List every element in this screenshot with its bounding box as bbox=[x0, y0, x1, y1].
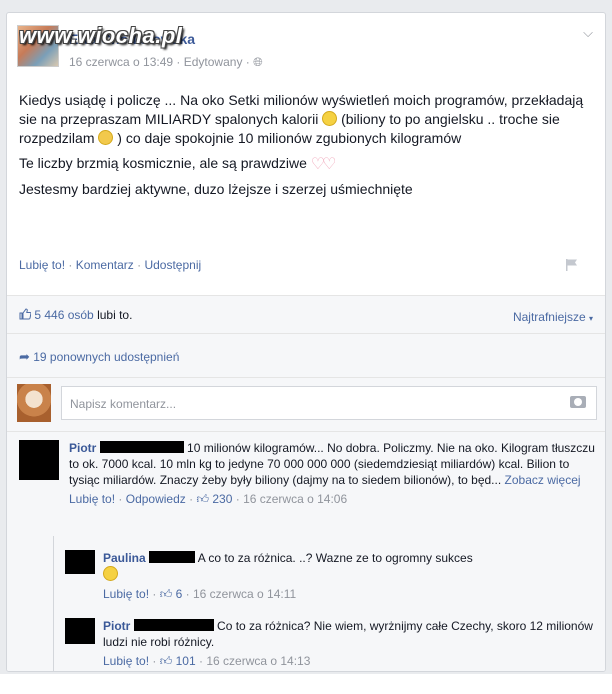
post-text: Jestesmy bardziej aktywne, duzo lżejsze … bbox=[19, 181, 413, 197]
post-paragraph: Jestesmy bardziej aktywne, duzo lżejsze … bbox=[19, 180, 595, 199]
current-user-avatar bbox=[17, 384, 51, 422]
edited-label[interactable]: Edytowany bbox=[184, 55, 243, 69]
post-card: www.wiocha.pl Ewa Chodakowska 16 czerwca… bbox=[6, 12, 606, 672]
action-separator: · bbox=[68, 258, 76, 272]
post-body: Kiedys usiądę i policzę ... Na oko Setki… bbox=[19, 91, 595, 205]
comment-like-count[interactable]: 6 bbox=[176, 587, 183, 601]
reply: Piotr Co to za różnica? Nie wiem, wyrżni… bbox=[65, 618, 595, 669]
caret-down-icon: ▾ bbox=[588, 314, 593, 323]
post-date[interactable]: 16 czerwca o 13:49 bbox=[69, 55, 173, 69]
comment-like-link[interactable]: Lubię to! bbox=[103, 654, 149, 668]
comment-placeholder: Napisz komentarz... bbox=[70, 397, 177, 411]
watermark: www.wiocha.pl bbox=[19, 23, 183, 48]
embarrassed-emoji-icon bbox=[98, 130, 114, 145]
likes-count[interactable]: 5 446 osób bbox=[34, 308, 93, 322]
comment-content: Piotr 10 milionów kilogramów... No dobra… bbox=[69, 440, 595, 507]
post-paragraph: Te liczby brzmią kosmicznie, ale są praw… bbox=[19, 154, 595, 174]
action-separator: · bbox=[152, 587, 160, 601]
post-actions: Lubię to! · Komentarz · Udostępnij bbox=[19, 258, 201, 272]
comments-list: Piotr 10 milionów kilogramów... No dobra… bbox=[7, 431, 605, 671]
shares-bar: ➦ 19 ponownych udostępnień bbox=[7, 333, 605, 377]
reply-thread-line bbox=[53, 536, 54, 671]
comment-reply-link[interactable]: Odpowiedz bbox=[126, 492, 186, 506]
comment-like-count[interactable]: 230 bbox=[212, 492, 232, 506]
hearts-icon: ♡♡ bbox=[310, 156, 337, 173]
post-meta: 16 czerwca o 13:49 · Edytowany · 🌐︎ bbox=[69, 55, 263, 70]
commenter-avatar[interactable] bbox=[19, 440, 59, 480]
comment-text: A co to za różnica. ..? Wazne ze to ogro… bbox=[197, 551, 473, 565]
likes-bar: 5 446 osób lubi to. Najtrafniejsze ▾ bbox=[7, 295, 605, 333]
reply: Paulina A co to za różnica. ..? Wazne ze… bbox=[65, 550, 595, 602]
redacted-surname bbox=[149, 551, 196, 563]
action-separator: · bbox=[235, 492, 244, 506]
thumbs-up-icon: 👍︎ bbox=[159, 654, 173, 668]
action-separator: · bbox=[152, 654, 160, 668]
thumbs-up-icon: 👍︎ bbox=[159, 587, 173, 601]
commenter-avatar[interactable] bbox=[65, 550, 95, 574]
comment-like-count[interactable]: 101 bbox=[176, 654, 196, 668]
flag-icon[interactable] bbox=[565, 258, 579, 272]
likes-suffix: lubi to. bbox=[97, 308, 133, 322]
comment-input[interactable]: Napisz komentarz... bbox=[61, 386, 597, 420]
comment-date[interactable]: 16 czerwca o 14:13 bbox=[206, 654, 310, 668]
commenter-name[interactable]: Paulina bbox=[103, 551, 146, 565]
shares-link[interactable]: ➦ 19 ponownych udostępnień bbox=[19, 349, 179, 365]
comment: Piotr 10 milionów kilogramów... No dobra… bbox=[19, 440, 595, 507]
share-arrow-icon: ➦ bbox=[19, 349, 30, 364]
share-link[interactable]: Udostępnij bbox=[144, 258, 201, 272]
comment-link[interactable]: Komentarz bbox=[76, 258, 134, 272]
comment-composer: Napisz komentarz... bbox=[7, 377, 605, 431]
comment-actions: Lubię to! · 👍︎ 101 · 16 czerwca o 14:13 bbox=[103, 653, 595, 669]
sort-label: Najtrafniejsze bbox=[512, 310, 586, 324]
post-paragraph: Kiedys usiądę i policzę ... Na oko Setki… bbox=[19, 91, 595, 148]
comment-like-link[interactable]: Lubię to! bbox=[69, 492, 115, 506]
camera-icon[interactable] bbox=[570, 396, 586, 408]
comment-actions: Lubię to! · Odpowiedz · 👍︎ 230 · 16 czer… bbox=[69, 491, 595, 507]
commenter-avatar[interactable] bbox=[65, 618, 95, 644]
likes-summary: 5 446 osób lubi to. bbox=[19, 308, 132, 322]
sort-dropdown[interactable]: Najtrafniejsze ▾ bbox=[513, 310, 593, 324]
post-text: Te liczby brzmią kosmicznie, ale są praw… bbox=[19, 155, 307, 171]
comment-like-link[interactable]: Lubię to! bbox=[103, 587, 149, 601]
thumbs-up-icon: 👍︎ bbox=[196, 492, 210, 506]
action-separator: · bbox=[185, 587, 193, 601]
commenter-name[interactable]: Piotr bbox=[103, 619, 130, 633]
thumbs-up-icon bbox=[19, 308, 31, 320]
meta-separator: · bbox=[176, 55, 184, 69]
globe-icon: 🌐︎ bbox=[253, 55, 263, 69]
comment-date[interactable]: 16 czerwca o 14:11 bbox=[193, 587, 296, 601]
see-more-link[interactable]: Zobacz więcej bbox=[505, 473, 581, 487]
post-text: ) co daje spokojnie 10 milionów zgubiony… bbox=[117, 130, 462, 146]
chevron-down-icon[interactable]: ⌵ bbox=[583, 25, 593, 41]
comment-content: Paulina A co to za różnica. ..? Wazne ze… bbox=[103, 550, 595, 602]
comment-content: Piotr Co to za różnica? Nie wiem, wyrżni… bbox=[103, 618, 595, 669]
comment-date[interactable]: 16 czerwca o 14:06 bbox=[243, 492, 347, 506]
comment-actions: Lubię to! · 👍︎ 6 · 16 czerwca o 14:11 bbox=[103, 586, 595, 602]
smile-emoji-icon bbox=[103, 566, 118, 581]
redacted-surname bbox=[133, 619, 214, 631]
like-link[interactable]: Lubię to! bbox=[19, 258, 65, 272]
page-bottom bbox=[0, 674, 612, 694]
shares-text: 19 ponownych udostępnień bbox=[33, 350, 180, 364]
smile-emoji-icon bbox=[322, 111, 338, 126]
commenter-name[interactable]: Piotr bbox=[69, 441, 96, 455]
redacted-surname bbox=[99, 441, 184, 453]
action-separator: · bbox=[118, 492, 126, 506]
